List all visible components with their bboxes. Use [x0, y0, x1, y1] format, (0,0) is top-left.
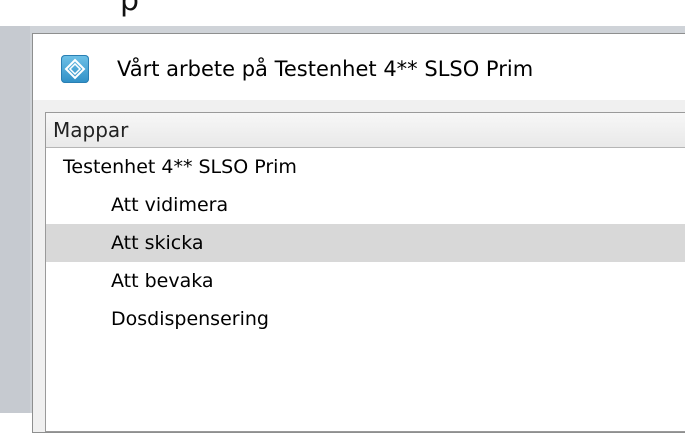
- folders-panel: Mappar Testenhet 4** SLSO Prim Att vidim…: [45, 112, 685, 432]
- folders-header-label: Mappar: [53, 118, 129, 142]
- app-window-frame: Vårt arbete på Testenhet 4** SLSO Prim M…: [0, 26, 685, 433]
- dialog-titlebar[interactable]: Vårt arbete på Testenhet 4** SLSO Prim: [33, 34, 685, 100]
- tree-item-att-vidimera[interactable]: Att vidimera: [46, 186, 685, 224]
- tree-item-att-bevaka[interactable]: Att bevaka: [46, 262, 685, 300]
- tree-item-att-skicka[interactable]: Att skicka: [46, 224, 685, 262]
- folders-panel-header: Mappar: [46, 113, 685, 148]
- background-text-fragment: p: [120, 0, 140, 18]
- folders-dialog: Vårt arbete på Testenhet 4** SLSO Prim M…: [32, 33, 685, 433]
- background-top-area: p: [0, 0, 685, 26]
- tree-item-dosdispensering[interactable]: Dosdispensering: [46, 300, 685, 338]
- tree-root-testenhet[interactable]: Testenhet 4** SLSO Prim: [46, 148, 685, 186]
- window-frame-edge: [0, 26, 30, 413]
- dialog-title: Vårt arbete på Testenhet 4** SLSO Prim: [117, 57, 534, 81]
- app-diamond-icon: [61, 55, 89, 83]
